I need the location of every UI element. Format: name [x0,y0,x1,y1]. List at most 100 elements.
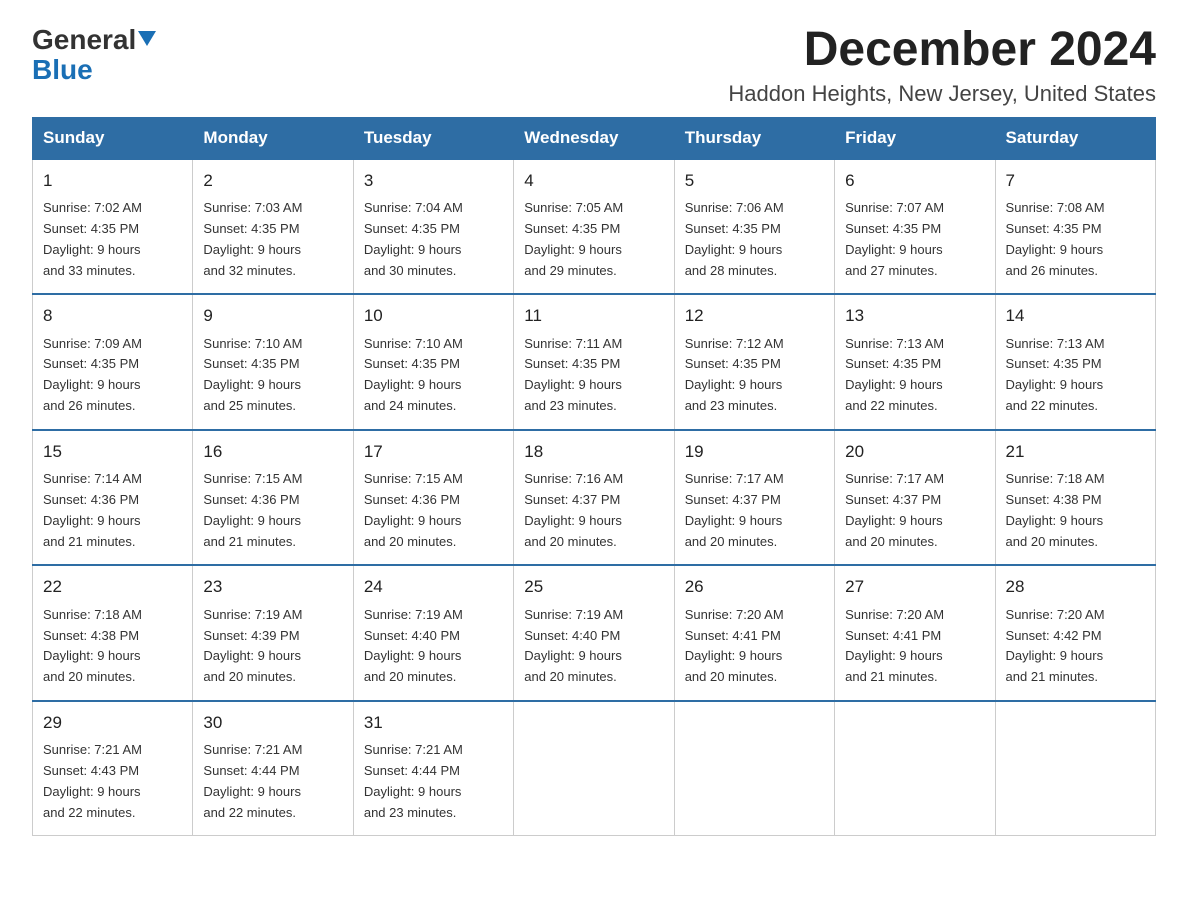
day-number: 5 [685,168,824,194]
day-detail: Sunrise: 7:19 AMSunset: 4:40 PMDaylight:… [524,605,663,688]
calendar-cell: 23 Sunrise: 7:19 AMSunset: 4:39 PMDaylig… [193,565,353,701]
day-number: 25 [524,574,663,600]
calendar-cell [835,701,995,836]
cell-content: 2 Sunrise: 7:03 AMSunset: 4:35 PMDayligh… [203,168,342,282]
calendar-header-sunday: Sunday [33,117,193,159]
calendar-cell: 5 Sunrise: 7:06 AMSunset: 4:35 PMDayligh… [674,159,834,295]
calendar-header-thursday: Thursday [674,117,834,159]
calendar-cell: 31 Sunrise: 7:21 AMSunset: 4:44 PMDaylig… [353,701,513,836]
calendar-header-tuesday: Tuesday [353,117,513,159]
day-detail: Sunrise: 7:21 AMSunset: 4:43 PMDaylight:… [43,740,182,823]
day-detail: Sunrise: 7:20 AMSunset: 4:41 PMDaylight:… [845,605,984,688]
cell-content: 24 Sunrise: 7:19 AMSunset: 4:40 PMDaylig… [364,574,503,688]
calendar-cell: 13 Sunrise: 7:13 AMSunset: 4:35 PMDaylig… [835,294,995,430]
day-number: 1 [43,168,182,194]
title-block: December 2024 Haddon Heights, New Jersey… [728,24,1156,107]
calendar-cell: 14 Sunrise: 7:13 AMSunset: 4:35 PMDaylig… [995,294,1155,430]
day-detail: Sunrise: 7:15 AMSunset: 4:36 PMDaylight:… [203,469,342,552]
day-number: 12 [685,303,824,329]
logo-triangle-icon [138,31,156,46]
calendar-cell: 26 Sunrise: 7:20 AMSunset: 4:41 PMDaylig… [674,565,834,701]
day-detail: Sunrise: 7:10 AMSunset: 4:35 PMDaylight:… [364,334,503,417]
calendar-cell: 20 Sunrise: 7:17 AMSunset: 4:37 PMDaylig… [835,430,995,566]
day-detail: Sunrise: 7:19 AMSunset: 4:40 PMDaylight:… [364,605,503,688]
calendar-cell: 11 Sunrise: 7:11 AMSunset: 4:35 PMDaylig… [514,294,674,430]
day-number: 22 [43,574,182,600]
cell-content: 28 Sunrise: 7:20 AMSunset: 4:42 PMDaylig… [1006,574,1145,688]
day-number: 30 [203,710,342,736]
day-detail: Sunrise: 7:18 AMSunset: 4:38 PMDaylight:… [43,605,182,688]
calendar-header-saturday: Saturday [995,117,1155,159]
month-title: December 2024 [728,24,1156,77]
day-detail: Sunrise: 7:08 AMSunset: 4:35 PMDaylight:… [1006,198,1145,281]
day-number: 28 [1006,574,1145,600]
day-detail: Sunrise: 7:02 AMSunset: 4:35 PMDaylight:… [43,198,182,281]
cell-content: 16 Sunrise: 7:15 AMSunset: 4:36 PMDaylig… [203,439,342,553]
cell-content: 3 Sunrise: 7:04 AMSunset: 4:35 PMDayligh… [364,168,503,282]
day-detail: Sunrise: 7:17 AMSunset: 4:37 PMDaylight:… [845,469,984,552]
calendar-cell: 2 Sunrise: 7:03 AMSunset: 4:35 PMDayligh… [193,159,353,295]
day-number: 8 [43,303,182,329]
day-number: 2 [203,168,342,194]
day-detail: Sunrise: 7:09 AMSunset: 4:35 PMDaylight:… [43,334,182,417]
day-detail: Sunrise: 7:11 AMSunset: 4:35 PMDaylight:… [524,334,663,417]
cell-content: 31 Sunrise: 7:21 AMSunset: 4:44 PMDaylig… [364,710,503,824]
day-number: 13 [845,303,984,329]
calendar-cell: 4 Sunrise: 7:05 AMSunset: 4:35 PMDayligh… [514,159,674,295]
day-number: 16 [203,439,342,465]
calendar-week-row: 8 Sunrise: 7:09 AMSunset: 4:35 PMDayligh… [33,294,1156,430]
calendar-cell: 6 Sunrise: 7:07 AMSunset: 4:35 PMDayligh… [835,159,995,295]
cell-content: 14 Sunrise: 7:13 AMSunset: 4:35 PMDaylig… [1006,303,1145,417]
day-detail: Sunrise: 7:21 AMSunset: 4:44 PMDaylight:… [364,740,503,823]
cell-content: 10 Sunrise: 7:10 AMSunset: 4:35 PMDaylig… [364,303,503,417]
calendar-cell: 17 Sunrise: 7:15 AMSunset: 4:36 PMDaylig… [353,430,513,566]
calendar-cell [674,701,834,836]
cell-content: 20 Sunrise: 7:17 AMSunset: 4:37 PMDaylig… [845,439,984,553]
calendar-cell: 30 Sunrise: 7:21 AMSunset: 4:44 PMDaylig… [193,701,353,836]
cell-content: 17 Sunrise: 7:15 AMSunset: 4:36 PMDaylig… [364,439,503,553]
calendar-cell: 12 Sunrise: 7:12 AMSunset: 4:35 PMDaylig… [674,294,834,430]
calendar-table: SundayMondayTuesdayWednesdayThursdayFrid… [32,117,1156,837]
calendar-cell: 24 Sunrise: 7:19 AMSunset: 4:40 PMDaylig… [353,565,513,701]
cell-content: 11 Sunrise: 7:11 AMSunset: 4:35 PMDaylig… [524,303,663,417]
calendar-header-friday: Friday [835,117,995,159]
day-detail: Sunrise: 7:21 AMSunset: 4:44 PMDaylight:… [203,740,342,823]
day-number: 9 [203,303,342,329]
day-number: 20 [845,439,984,465]
calendar-cell: 7 Sunrise: 7:08 AMSunset: 4:35 PMDayligh… [995,159,1155,295]
calendar-cell: 16 Sunrise: 7:15 AMSunset: 4:36 PMDaylig… [193,430,353,566]
logo-blue-word: Blue [32,54,93,86]
cell-content: 1 Sunrise: 7:02 AMSunset: 4:35 PMDayligh… [43,168,182,282]
calendar-cell: 28 Sunrise: 7:20 AMSunset: 4:42 PMDaylig… [995,565,1155,701]
calendar-cell: 9 Sunrise: 7:10 AMSunset: 4:35 PMDayligh… [193,294,353,430]
calendar-week-row: 1 Sunrise: 7:02 AMSunset: 4:35 PMDayligh… [33,159,1156,295]
calendar-cell: 3 Sunrise: 7:04 AMSunset: 4:35 PMDayligh… [353,159,513,295]
cell-content: 4 Sunrise: 7:05 AMSunset: 4:35 PMDayligh… [524,168,663,282]
day-detail: Sunrise: 7:20 AMSunset: 4:41 PMDaylight:… [685,605,824,688]
logo-general-word: General [32,24,136,56]
cell-content: 26 Sunrise: 7:20 AMSunset: 4:41 PMDaylig… [685,574,824,688]
calendar-cell: 22 Sunrise: 7:18 AMSunset: 4:38 PMDaylig… [33,565,193,701]
day-detail: Sunrise: 7:18 AMSunset: 4:38 PMDaylight:… [1006,469,1145,552]
cell-content: 15 Sunrise: 7:14 AMSunset: 4:36 PMDaylig… [43,439,182,553]
calendar-week-row: 22 Sunrise: 7:18 AMSunset: 4:38 PMDaylig… [33,565,1156,701]
day-number: 15 [43,439,182,465]
cell-content: 13 Sunrise: 7:13 AMSunset: 4:35 PMDaylig… [845,303,984,417]
day-number: 21 [1006,439,1145,465]
day-detail: Sunrise: 7:05 AMSunset: 4:35 PMDaylight:… [524,198,663,281]
day-number: 19 [685,439,824,465]
day-number: 7 [1006,168,1145,194]
location-title: Haddon Heights, New Jersey, United State… [728,81,1156,107]
day-number: 3 [364,168,503,194]
day-number: 29 [43,710,182,736]
calendar-week-row: 15 Sunrise: 7:14 AMSunset: 4:36 PMDaylig… [33,430,1156,566]
day-number: 4 [524,168,663,194]
day-detail: Sunrise: 7:13 AMSunset: 4:35 PMDaylight:… [845,334,984,417]
calendar-cell: 27 Sunrise: 7:20 AMSunset: 4:41 PMDaylig… [835,565,995,701]
page-header: GeneralBlue December 2024 Haddon Heights… [32,24,1156,107]
logo: GeneralBlue [32,24,156,86]
calendar-cell: 8 Sunrise: 7:09 AMSunset: 4:35 PMDayligh… [33,294,193,430]
day-number: 18 [524,439,663,465]
calendar-header-monday: Monday [193,117,353,159]
cell-content: 22 Sunrise: 7:18 AMSunset: 4:38 PMDaylig… [43,574,182,688]
